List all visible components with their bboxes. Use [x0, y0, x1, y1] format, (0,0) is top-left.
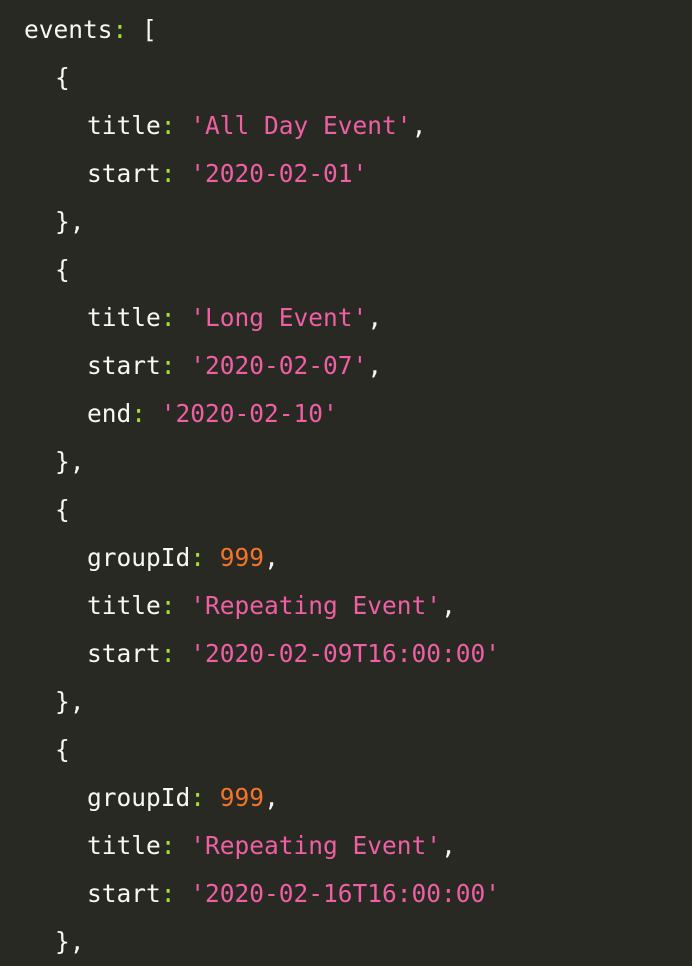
code-line: title: 'Long Event',	[87, 294, 382, 342]
code-line: title: 'Repeating Event',	[87, 822, 456, 870]
code-line: },	[55, 198, 85, 246]
code-punctuation: {	[55, 255, 70, 284]
code-key: events	[24, 15, 113, 44]
code-key: title	[87, 303, 161, 332]
code-line: {	[55, 486, 70, 534]
code-line: },	[55, 918, 85, 966]
code-string: 'Long Event'	[190, 303, 368, 332]
code-punctuation: },	[55, 207, 85, 236]
code-punctuation: ,	[411, 111, 427, 140]
code-punctuation: ,	[441, 831, 456, 860]
code-string: '2020-02-07'	[190, 351, 368, 380]
code-line: {	[55, 54, 70, 102]
code-line: start: '2020-02-16T16:00:00'	[87, 870, 500, 918]
code-number: 999	[219, 783, 265, 812]
code-line: groupId: 999,	[87, 774, 279, 822]
code-string: '2020-02-09T16:00:00'	[190, 639, 501, 668]
code-line: },	[55, 678, 85, 726]
code-editor[interactable]: events: [ { title: 'All Day Event', star…	[0, 0, 692, 966]
code-key: start	[87, 159, 161, 188]
code-line: start: '2020-02-01'	[87, 150, 367, 198]
code-punctuation: },	[55, 927, 85, 956]
code-punctuation: ,	[367, 303, 383, 332]
code-line: },	[55, 438, 85, 486]
code-line: start: '2020-02-09T16:00:00'	[87, 630, 500, 678]
code-colon: :	[160, 639, 176, 668]
code-punctuation: {	[55, 735, 70, 764]
code-colon: :	[160, 591, 176, 620]
code-punctuation: ,	[264, 543, 279, 572]
code-string: '2020-02-01'	[190, 159, 368, 188]
code-line: title: 'Repeating Event',	[87, 582, 456, 630]
code-string: 'Repeating Event'	[190, 831, 442, 860]
code-string: 'Repeating Event'	[190, 591, 442, 620]
code-key: start	[87, 639, 161, 668]
code-key: title	[87, 111, 161, 140]
code-colon: :	[190, 543, 206, 572]
code-number: 999	[219, 543, 265, 572]
code-colon: :	[160, 831, 176, 860]
code-colon: :	[160, 111, 176, 140]
code-punctuation: ,	[441, 591, 456, 620]
code-line: end: '2020-02-10'	[87, 390, 338, 438]
code-punctuation: {	[55, 495, 70, 524]
code-line: {	[55, 246, 70, 294]
code-colon: :	[190, 783, 206, 812]
code-line: events: [	[24, 6, 157, 54]
code-string: '2020-02-10'	[160, 399, 338, 428]
code-line: groupId: 999,	[87, 534, 279, 582]
code-key: title	[87, 831, 161, 860]
code-string: 'All Day Event'	[190, 111, 412, 140]
code-punctuation: [	[127, 15, 157, 44]
code-colon: :	[160, 879, 176, 908]
code-string: '2020-02-16T16:00:00'	[190, 879, 501, 908]
code-punctuation: ,	[264, 783, 279, 812]
code-colon: :	[131, 399, 147, 428]
code-punctuation: },	[55, 687, 85, 716]
code-colon: :	[160, 351, 176, 380]
code-key: title	[87, 591, 161, 620]
code-punctuation: },	[55, 447, 85, 476]
code-key: start	[87, 351, 161, 380]
code-key: end	[87, 399, 132, 428]
code-key: groupId	[87, 543, 191, 572]
code-key: start	[87, 879, 161, 908]
code-punctuation: {	[55, 63, 70, 92]
code-key: groupId	[87, 783, 191, 812]
code-colon: :	[160, 159, 176, 188]
code-colon: :	[112, 15, 128, 44]
code-punctuation: ,	[367, 351, 383, 380]
code-line: {	[55, 726, 70, 774]
code-line: title: 'All Day Event',	[87, 102, 426, 150]
code-line: start: '2020-02-07',	[87, 342, 382, 390]
code-colon: :	[160, 303, 176, 332]
